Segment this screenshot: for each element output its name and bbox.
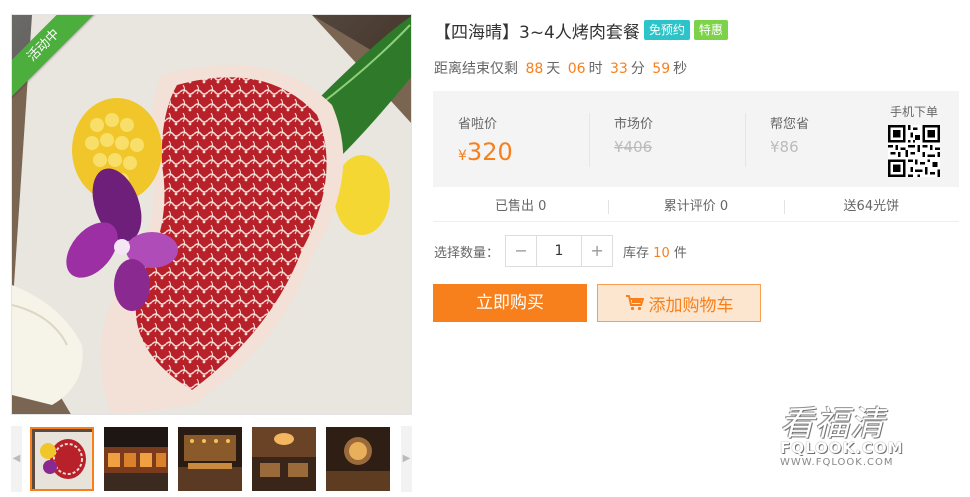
- countdown-prefix: 距离结束仅剩: [434, 61, 518, 77]
- chevron-right-icon[interactable]: ▶: [401, 426, 412, 492]
- tag-special-offer: 特惠: [693, 20, 728, 40]
- countdown-seconds: 59: [652, 61, 671, 77]
- stock-value: 10: [653, 245, 670, 261]
- quantity-stepper: − +: [505, 235, 614, 267]
- savings-label: 帮您省: [770, 117, 810, 132]
- add-to-cart-label: 添加购物车: [648, 295, 734, 316]
- chevron-left-icon[interactable]: ◀: [11, 426, 22, 492]
- price-divider: [589, 113, 590, 167]
- countdown-timer: 距离结束仅剩 88 天 06 时 33 分 59 秒: [434, 58, 687, 78]
- sale-price-block: 省啦价 ¥320: [458, 113, 513, 166]
- sold-count: 已售出 0: [494, 199, 547, 214]
- stock-unit: 件: [673, 245, 687, 261]
- review-count[interactable]: 累计评价 0: [608, 195, 783, 221]
- thumbnail-5[interactable]: [326, 427, 390, 491]
- site-watermark: 看福清 FQLOOK.COM WWW.FQLOOK.COM: [780, 396, 960, 476]
- tag-no-reservation: 免预约: [643, 20, 690, 40]
- increment-button[interactable]: +: [582, 236, 613, 266]
- mobile-order-box[interactable]: 手机下单: [885, 103, 943, 177]
- savings-value: ¥86: [770, 138, 799, 156]
- stock-prefix: 库存: [623, 245, 650, 261]
- cart-icon: [625, 295, 644, 311]
- market-price-label: 市场价: [614, 117, 654, 132]
- product-main-image[interactable]: 活动中: [11, 14, 412, 415]
- countdown-hours-unit: 时: [588, 61, 603, 77]
- sale-price-value: ¥320: [458, 138, 513, 166]
- thumbnail-storefront-image: [104, 427, 168, 491]
- decrement-button[interactable]: −: [506, 236, 537, 266]
- add-to-cart-button[interactable]: 添加购物车: [597, 284, 761, 322]
- market-price-block: 市场价 ¥406: [614, 113, 653, 156]
- watermark-url: WWW.FQLOOK.COM: [780, 457, 894, 468]
- mobile-order-label: 手机下单: [889, 105, 938, 119]
- countdown-seconds-unit: 秒: [673, 61, 688, 77]
- thumbnail-2[interactable]: [104, 427, 168, 491]
- watermark-domain: FQLOOK.COM: [780, 439, 904, 457]
- countdown-minutes-unit: 分: [630, 61, 645, 77]
- stock-info: 库存 10 件: [623, 242, 687, 261]
- market-price-value: ¥406: [614, 138, 653, 156]
- qr-code-icon[interactable]: [888, 125, 940, 177]
- thumbnail-steak-image: [32, 429, 92, 489]
- watermark-logo-text: 看福清: [780, 404, 885, 444]
- price-panel: 省啦价 ¥320 市场价 ¥406 帮您省 ¥86 手机下单: [433, 91, 959, 187]
- quantity-row: 选择数量： − + 库存 10 件: [434, 235, 687, 267]
- sales-stats-row: 已售出 0 累计评价 0 送64光饼: [433, 195, 959, 222]
- quantity-label: 选择数量：: [434, 245, 500, 261]
- thumbnail-dining-room-image: [252, 427, 316, 491]
- quantity-input[interactable]: [536, 236, 583, 266]
- countdown-days: 88: [525, 61, 544, 77]
- steak-photo: [12, 15, 411, 414]
- countdown-days-unit: 天: [546, 61, 561, 77]
- savings-block: 帮您省 ¥86: [770, 113, 809, 156]
- sale-price-amount: 320: [466, 138, 513, 166]
- sale-price-label: 省啦价: [458, 117, 498, 132]
- thumbnail-4[interactable]: [252, 427, 316, 491]
- product-title-row: 【四海晴】3~4人烤肉套餐 免预约 特惠: [434, 18, 728, 43]
- countdown-hours: 06: [567, 61, 586, 77]
- thumbnail-interior-image: [326, 427, 390, 491]
- product-title: 【四海晴】3~4人烤肉套餐: [434, 22, 640, 43]
- thumbnail-strip: ◀ ▶: [11, 426, 412, 492]
- buy-now-button[interactable]: 立即购买: [433, 284, 587, 322]
- currency-symbol: ¥: [458, 148, 467, 164]
- countdown-minutes: 33: [610, 61, 628, 77]
- thumbnail-bar-image: [178, 427, 242, 491]
- thumbnail-3[interactable]: [178, 427, 242, 491]
- price-divider: [745, 113, 746, 167]
- gift-info: 送64光饼: [783, 195, 959, 221]
- thumbnail-1[interactable]: [30, 427, 94, 491]
